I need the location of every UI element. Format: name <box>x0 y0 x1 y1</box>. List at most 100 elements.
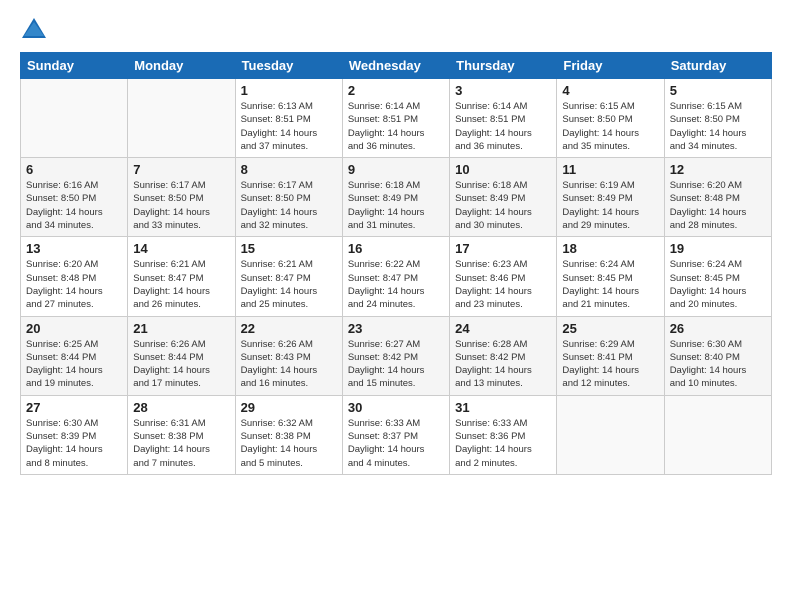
calendar-cell: 27 Sunrise: 6:30 AM Sunset: 8:39 PM Dayli… <box>21 395 128 474</box>
calendar-cell: 21 Sunrise: 6:26 AM Sunset: 8:44 PM Dayli… <box>128 316 235 395</box>
page-header <box>20 16 772 44</box>
logo-icon <box>20 16 48 44</box>
calendar-cell <box>557 395 664 474</box>
calendar-week-row: 20Sunrise: 6:25 AM Sunset: 8:44 PM Dayli… <box>21 316 772 395</box>
calendar-cell <box>21 79 128 158</box>
day-number: 5 <box>670 83 766 98</box>
day-number: 29 <box>241 400 337 415</box>
day-info: Sunrise: 6:21 AM Sunset: 8:47 PM Dayligh… <box>133 258 229 311</box>
day-info: Sunrise: 6:16 AM Sunset: 8:50 PM Dayligh… <box>26 179 122 232</box>
day-info: Sunrise: 6:26 AM Sunset: 8:44 PM Dayligh… <box>133 338 229 391</box>
calendar-cell: 26 Sunrise: 6:30 AM Sunset: 8:40 PM Dayli… <box>664 316 771 395</box>
day-number: 15 <box>241 241 337 256</box>
calendar-week-row: 27 Sunrise: 6:30 AM Sunset: 8:39 PM Dayli… <box>21 395 772 474</box>
day-info: Sunrise: 6:15 AM Sunset: 8:50 PM Dayligh… <box>670 100 766 153</box>
day-number: 27 <box>26 400 122 415</box>
day-info: Sunrise: 6:32 AM Sunset: 8:38 PM Dayligh… <box>241 417 337 470</box>
weekday-header-monday: Monday <box>128 53 235 79</box>
day-number: 18 <box>562 241 658 256</box>
calendar-cell: 14Sunrise: 6:21 AM Sunset: 8:47 PM Dayli… <box>128 237 235 316</box>
day-number: 22 <box>241 321 337 336</box>
day-number: 28 <box>133 400 229 415</box>
day-number: 3 <box>455 83 551 98</box>
calendar-cell: 17 Sunrise: 6:23 AM Sunset: 8:46 PM Dayli… <box>450 237 557 316</box>
day-info: Sunrise: 6:14 AM Sunset: 8:51 PM Dayligh… <box>348 100 444 153</box>
day-number: 30 <box>348 400 444 415</box>
calendar-cell: 24 Sunrise: 6:28 AM Sunset: 8:42 PM Dayli… <box>450 316 557 395</box>
calendar-cell <box>664 395 771 474</box>
day-info: Sunrise: 6:21 AM Sunset: 8:47 PM Dayligh… <box>241 258 337 311</box>
calendar-cell: 3Sunrise: 6:14 AM Sunset: 8:51 PM Daylig… <box>450 79 557 158</box>
day-info: Sunrise: 6:33 AM Sunset: 8:37 PM Dayligh… <box>348 417 444 470</box>
day-number: 26 <box>670 321 766 336</box>
day-info: Sunrise: 6:30 AM Sunset: 8:39 PM Dayligh… <box>26 417 122 470</box>
day-info: Sunrise: 6:23 AM Sunset: 8:46 PM Dayligh… <box>455 258 551 311</box>
day-info: Sunrise: 6:28 AM Sunset: 8:42 PM Dayligh… <box>455 338 551 391</box>
calendar-table: SundayMondayTuesdayWednesdayThursdayFrid… <box>20 52 772 475</box>
day-number: 11 <box>562 162 658 177</box>
day-number: 19 <box>670 241 766 256</box>
day-info: Sunrise: 6:18 AM Sunset: 8:49 PM Dayligh… <box>348 179 444 232</box>
calendar-cell: 15 Sunrise: 6:21 AM Sunset: 8:47 PM Dayli… <box>235 237 342 316</box>
calendar-cell: 1Sunrise: 6:13 AM Sunset: 8:51 PM Daylig… <box>235 79 342 158</box>
day-number: 23 <box>348 321 444 336</box>
day-info: Sunrise: 6:27 AM Sunset: 8:42 PM Dayligh… <box>348 338 444 391</box>
day-number: 21 <box>133 321 229 336</box>
day-info: Sunrise: 6:26 AM Sunset: 8:43 PM Dayligh… <box>241 338 337 391</box>
day-number: 1 <box>241 83 337 98</box>
calendar-week-row: 6 Sunrise: 6:16 AM Sunset: 8:50 PM Daylig… <box>21 158 772 237</box>
day-info: Sunrise: 6:30 AM Sunset: 8:40 PM Dayligh… <box>670 338 766 391</box>
day-number: 9 <box>348 162 444 177</box>
calendar-cell: 30 Sunrise: 6:33 AM Sunset: 8:37 PM Dayli… <box>342 395 449 474</box>
weekday-header-sunday: Sunday <box>21 53 128 79</box>
day-info: Sunrise: 6:20 AM Sunset: 8:48 PM Dayligh… <box>670 179 766 232</box>
day-info: Sunrise: 6:15 AM Sunset: 8:50 PM Dayligh… <box>562 100 658 153</box>
calendar-cell: 6 Sunrise: 6:16 AM Sunset: 8:50 PM Daylig… <box>21 158 128 237</box>
calendar-cell: 16 Sunrise: 6:22 AM Sunset: 8:47 PM Dayli… <box>342 237 449 316</box>
calendar-week-row: 13 Sunrise: 6:20 AM Sunset: 8:48 PM Dayli… <box>21 237 772 316</box>
day-number: 6 <box>26 162 122 177</box>
calendar-cell <box>128 79 235 158</box>
calendar-cell: 28 Sunrise: 6:31 AM Sunset: 8:38 PM Dayli… <box>128 395 235 474</box>
calendar-week-row: 1Sunrise: 6:13 AM Sunset: 8:51 PM Daylig… <box>21 79 772 158</box>
calendar-cell: 13 Sunrise: 6:20 AM Sunset: 8:48 PM Dayli… <box>21 237 128 316</box>
weekday-header-saturday: Saturday <box>664 53 771 79</box>
day-info: Sunrise: 6:25 AM Sunset: 8:44 PM Dayligh… <box>26 338 122 391</box>
day-info: Sunrise: 6:24 AM Sunset: 8:45 PM Dayligh… <box>670 258 766 311</box>
weekday-header-row: SundayMondayTuesdayWednesdayThursdayFrid… <box>21 53 772 79</box>
calendar-cell: 23 Sunrise: 6:27 AM Sunset: 8:42 PM Dayli… <box>342 316 449 395</box>
weekday-header-wednesday: Wednesday <box>342 53 449 79</box>
weekday-header-thursday: Thursday <box>450 53 557 79</box>
day-info: Sunrise: 6:18 AM Sunset: 8:49 PM Dayligh… <box>455 179 551 232</box>
weekday-header-tuesday: Tuesday <box>235 53 342 79</box>
page-container: SundayMondayTuesdayWednesdayThursdayFrid… <box>0 0 792 487</box>
calendar-cell: 9 Sunrise: 6:18 AM Sunset: 8:49 PM Daylig… <box>342 158 449 237</box>
day-number: 17 <box>455 241 551 256</box>
day-info: Sunrise: 6:17 AM Sunset: 8:50 PM Dayligh… <box>241 179 337 232</box>
day-info: Sunrise: 6:17 AM Sunset: 8:50 PM Dayligh… <box>133 179 229 232</box>
day-info: Sunrise: 6:29 AM Sunset: 8:41 PM Dayligh… <box>562 338 658 391</box>
calendar-cell: 2 Sunrise: 6:14 AM Sunset: 8:51 PM Daylig… <box>342 79 449 158</box>
day-number: 2 <box>348 83 444 98</box>
weekday-header-friday: Friday <box>557 53 664 79</box>
day-number: 16 <box>348 241 444 256</box>
logo <box>20 16 52 44</box>
calendar-cell: 10 Sunrise: 6:18 AM Sunset: 8:49 PM Dayli… <box>450 158 557 237</box>
day-number: 24 <box>455 321 551 336</box>
calendar-cell: 18Sunrise: 6:24 AM Sunset: 8:45 PM Dayli… <box>557 237 664 316</box>
calendar-cell: 5 Sunrise: 6:15 AM Sunset: 8:50 PM Daylig… <box>664 79 771 158</box>
day-info: Sunrise: 6:20 AM Sunset: 8:48 PM Dayligh… <box>26 258 122 311</box>
calendar-cell: 22 Sunrise: 6:26 AM Sunset: 8:43 PM Dayli… <box>235 316 342 395</box>
day-info: Sunrise: 6:31 AM Sunset: 8:38 PM Dayligh… <box>133 417 229 470</box>
calendar-cell: 20Sunrise: 6:25 AM Sunset: 8:44 PM Dayli… <box>21 316 128 395</box>
day-number: 13 <box>26 241 122 256</box>
day-number: 31 <box>455 400 551 415</box>
day-number: 8 <box>241 162 337 177</box>
calendar-cell: 29 Sunrise: 6:32 AM Sunset: 8:38 PM Dayli… <box>235 395 342 474</box>
day-number: 10 <box>455 162 551 177</box>
calendar-cell: 7Sunrise: 6:17 AM Sunset: 8:50 PM Daylig… <box>128 158 235 237</box>
calendar-cell: 25Sunrise: 6:29 AM Sunset: 8:41 PM Dayli… <box>557 316 664 395</box>
calendar-cell: 4Sunrise: 6:15 AM Sunset: 8:50 PM Daylig… <box>557 79 664 158</box>
day-number: 12 <box>670 162 766 177</box>
day-info: Sunrise: 6:22 AM Sunset: 8:47 PM Dayligh… <box>348 258 444 311</box>
